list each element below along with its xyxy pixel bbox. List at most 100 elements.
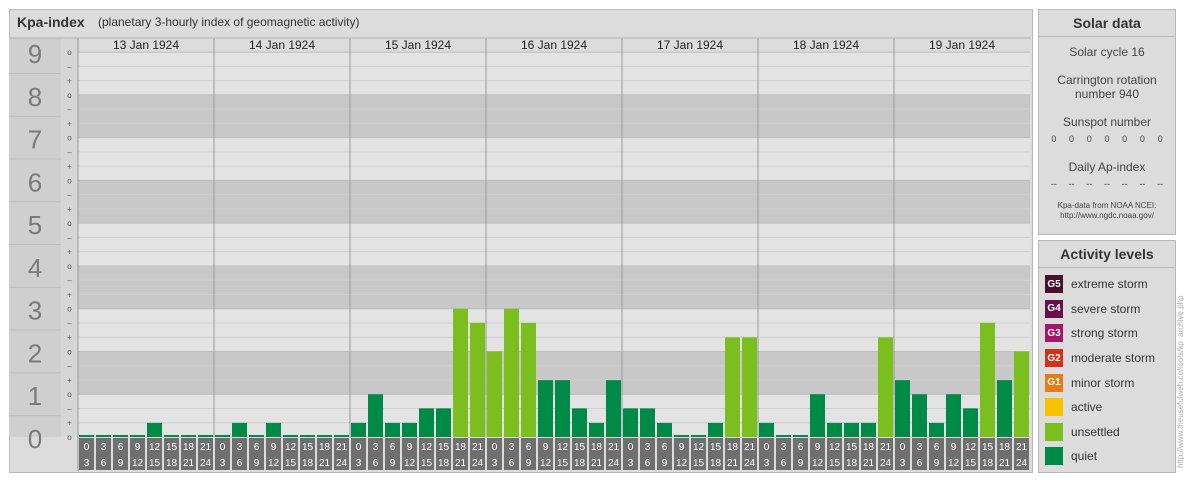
legend-swatch: G1 [1045, 373, 1063, 392]
time-slot-start: 0 [628, 442, 634, 453]
kp-tick-label: 8 [28, 82, 42, 112]
minor-tick-label: + [67, 333, 72, 342]
time-slot-start: 6 [390, 442, 396, 453]
kp-band [78, 137, 1030, 181]
time-slot-start: 18 [999, 442, 1011, 453]
kp-bar [708, 422, 723, 437]
legend-label: quiet [1071, 449, 1098, 464]
kp-bar [1014, 351, 1029, 437]
time-slot-end: 21 [591, 458, 603, 469]
kp-band [78, 94, 1030, 138]
time-slot-start: 15 [846, 442, 858, 453]
time-slot-start: 12 [829, 442, 841, 453]
minor-tick-label: o [67, 433, 72, 442]
kp-bar [368, 394, 383, 437]
time-slot-start: 21 [744, 442, 756, 453]
time-slot-start: 9 [135, 442, 141, 453]
kp-bar [725, 337, 740, 437]
time-slot-start: 6 [118, 442, 124, 453]
minor-tick-label: + [67, 290, 72, 299]
time-slot-start: 21 [608, 442, 620, 453]
minor-tick-label: + [67, 248, 72, 257]
kp-band [78, 52, 1030, 95]
time-slot-end: 21 [863, 458, 875, 469]
time-slot-end: 18 [982, 458, 994, 469]
time-slot-end: 9 [662, 458, 668, 469]
legend-label: active [1071, 400, 1103, 415]
kp-bar [691, 435, 706, 437]
kp-bar [810, 394, 825, 437]
legend-label: minor storm [1071, 375, 1135, 390]
time-slot-start: 21 [880, 442, 892, 453]
minor-tick-label: o [67, 347, 72, 356]
watermark: http://www.theusefulweb.co/tools/kp_arch… [1176, 295, 1184, 468]
legend-swatch: G2 [1045, 349, 1063, 368]
kp-band [78, 180, 1030, 224]
time-slot-start: 3 [509, 442, 515, 453]
time-slot-end: 9 [390, 458, 396, 469]
legend-swatch [1045, 422, 1063, 441]
legend-swatch: G3 [1045, 324, 1063, 343]
ap-value: -- [1121, 179, 1128, 189]
time-slot-end: 24 [880, 458, 892, 469]
time-slot-start: 12 [149, 442, 161, 453]
time-slot-end: 15 [149, 458, 161, 469]
kp-tick-label: 0 [28, 424, 42, 454]
kp-bar [912, 394, 927, 437]
time-slot-start: 9 [407, 442, 413, 453]
day-label: 18 Jan 1924 [793, 38, 859, 52]
time-slot-start: 3 [781, 442, 787, 453]
kp-bar [555, 380, 570, 437]
kp-bar [402, 422, 417, 437]
kp-bar [538, 380, 553, 437]
kp-bar [521, 322, 536, 437]
kp-bar [147, 422, 162, 437]
kp-band [78, 265, 1030, 309]
kp-bar [657, 422, 672, 437]
minor-tick-label: o [67, 176, 72, 185]
time-slot-start: 3 [101, 442, 107, 453]
legend-item: G5 extreme storm [1039, 272, 1175, 297]
time-slot-start: 6 [934, 442, 940, 453]
carrington-line-2: number 940 [1074, 87, 1140, 101]
time-slot-end: 18 [710, 458, 722, 469]
legend-item: G3 strong storm [1039, 321, 1175, 346]
time-slot-end: 15 [557, 458, 569, 469]
minor-tick-label: + [67, 419, 72, 428]
day-label: 15 Jan 1924 [385, 38, 451, 52]
time-slot-end: 12 [812, 458, 824, 469]
minor-tick-label: o [67, 219, 72, 228]
time-slot-start: 18 [591, 442, 603, 453]
sunspot-value: 0 [1157, 134, 1163, 144]
minor-tick-label: – [67, 62, 72, 71]
time-slot-start: 18 [863, 442, 875, 453]
activity-legend-list: G5 extreme storm G4 severe storm G3 strong st… [1039, 268, 1175, 469]
kpa-bar-chart: 0123456789o+–o+–o+–o+–o+–o+–o+–o+–o+–o13… [9, 37, 1031, 471]
time-slot-start: 18 [183, 442, 195, 453]
kp-bar [317, 435, 332, 437]
kp-bar [623, 408, 638, 437]
legend-swatch: G4 [1045, 299, 1063, 318]
kp-bar [249, 435, 264, 437]
legend-label: unsettled [1071, 424, 1120, 439]
time-slot-start: 9 [951, 442, 957, 453]
time-slot-end: 6 [101, 458, 107, 469]
time-slot-end: 24 [1016, 458, 1028, 469]
activity-levels-title: Activity levels [1039, 241, 1175, 268]
time-slot-end: 9 [526, 458, 532, 469]
minor-tick-label: – [67, 105, 72, 114]
minor-tick-label: o [67, 262, 72, 271]
minor-tick-label: + [67, 205, 72, 214]
kp-bar [96, 435, 111, 437]
time-slot-start: 0 [84, 442, 90, 453]
time-slot-start: 6 [254, 442, 260, 453]
kp-tick-label: 4 [28, 253, 42, 283]
minor-tick-label: o [67, 48, 72, 57]
legend-item: quiet [1039, 444, 1175, 469]
time-slot-start: 9 [679, 442, 685, 453]
time-slot-start: 15 [302, 442, 314, 453]
time-slot-end: 15 [693, 458, 705, 469]
minor-tick-label: o [67, 305, 72, 314]
time-slot-start: 21 [336, 442, 348, 453]
time-slot-end: 24 [200, 458, 212, 469]
